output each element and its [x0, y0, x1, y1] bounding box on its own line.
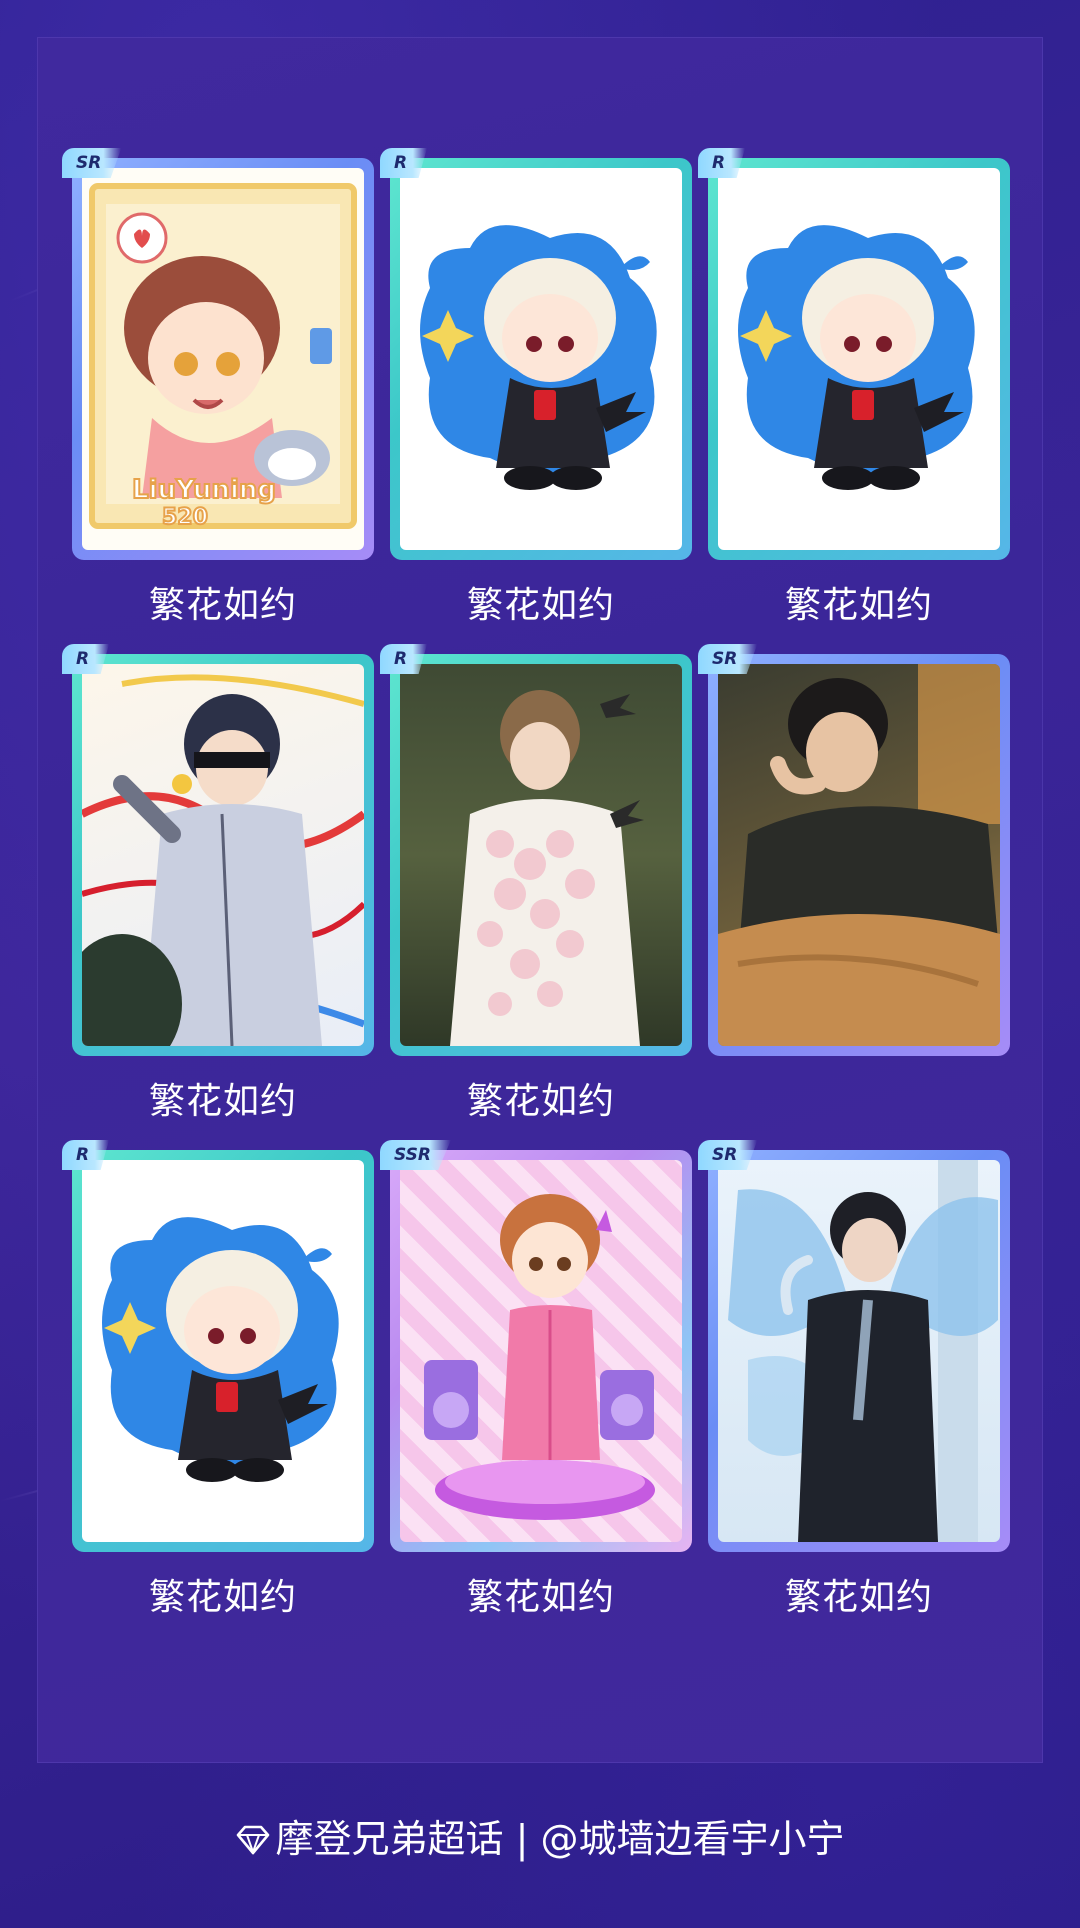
card-art: [400, 664, 682, 1046]
footer-watermark: 摩登兄弟超话 | @城墙边看宇小宁: [0, 1808, 1080, 1864]
card-caption: 繁花如约: [148, 1081, 297, 1122]
card-art: [400, 1160, 682, 1542]
card-art: [718, 168, 1000, 550]
card-2[interactable]: R: [380, 148, 692, 560]
card-art: [82, 664, 364, 1046]
footer-text: 摩登兄弟超话 | @城墙边看宇小宁: [275, 1817, 845, 1861]
svg-text:520: 520: [162, 505, 208, 530]
card-9[interactable]: SR: [698, 1140, 1010, 1552]
card-8[interactable]: SSR: [380, 1140, 692, 1552]
card-6[interactable]: SR: [698, 644, 1010, 1056]
card-4[interactable]: R: [62, 644, 374, 1056]
card-art: [400, 168, 682, 550]
card-caption: 繁花如约: [148, 585, 297, 626]
card-3[interactable]: R: [698, 148, 1010, 560]
card-art: [718, 664, 1000, 1046]
chibi-portrait-illustration: LiuYuning 520: [89, 183, 357, 531]
chibi-blonde-illustration: [102, 1217, 339, 1482]
card-caption: 繁花如约: [466, 585, 615, 626]
card-caption: 繁花如约: [466, 1577, 615, 1618]
card-caption: 繁花如约: [148, 1577, 297, 1618]
card-caption: 繁花如约: [784, 585, 933, 626]
chibi-blonde-illustration: [420, 225, 657, 490]
blindfold-character-illustration: [82, 674, 364, 1046]
chibi-stage-illustration: [424, 1194, 655, 1520]
card-7[interactable]: R: [62, 1140, 374, 1552]
card-caption: 繁花如约: [466, 1081, 615, 1122]
card-art: [82, 1160, 364, 1542]
sweater-portrait-illustration: [718, 664, 1000, 1046]
chibi-blonde-illustration: [738, 225, 975, 490]
diamond-icon: [236, 1820, 270, 1864]
butterfly-wings-illustration: [728, 1160, 998, 1542]
card-art: [718, 1160, 1000, 1542]
floral-character-illustration: [450, 690, 644, 1046]
svg-text:LiuYuning: LiuYuning: [132, 475, 276, 505]
card-caption: 繁花如约: [784, 1577, 933, 1618]
card-5[interactable]: R: [380, 644, 692, 1056]
card-1[interactable]: LiuYuning 520 SR: [62, 148, 374, 560]
card-art: LiuYuning 520: [82, 168, 364, 550]
